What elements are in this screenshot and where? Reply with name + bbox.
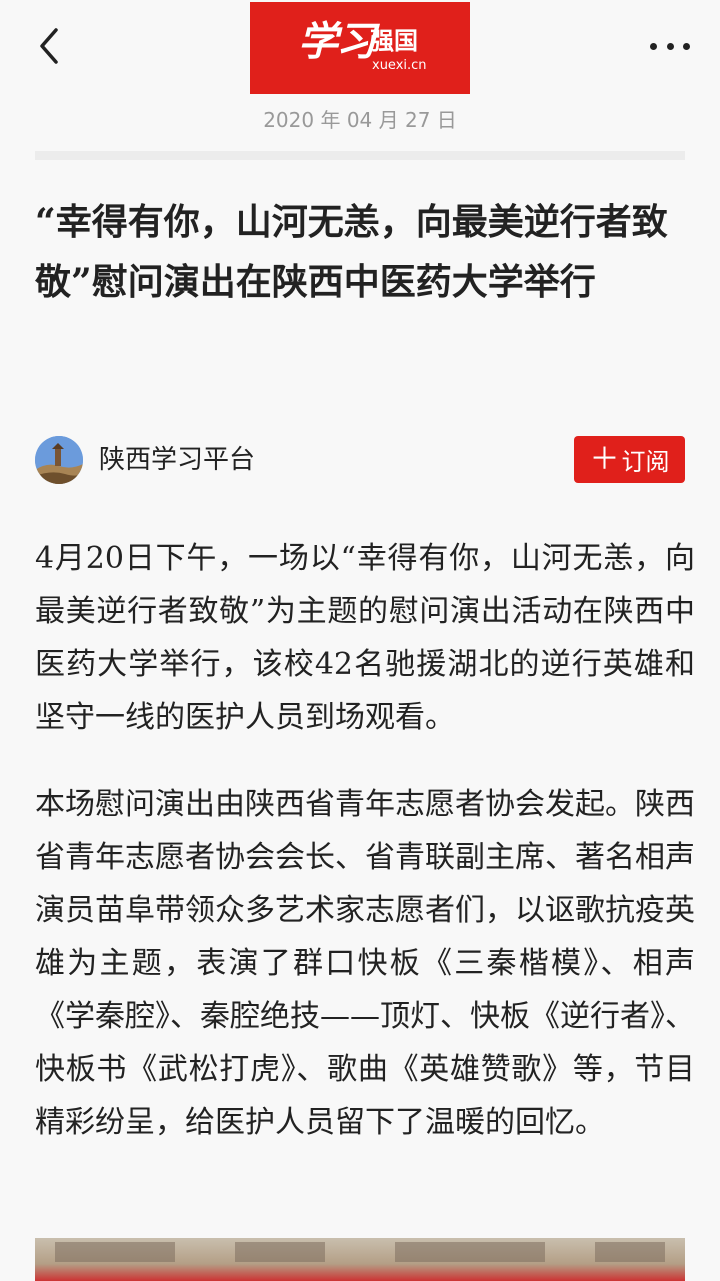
subscribe-label: 订阅 [621,448,670,476]
plus-icon: ＋ [589,441,620,477]
divider [35,151,685,160]
back-button[interactable] [32,22,72,70]
article-photo[interactable] [35,1238,685,1281]
top-bar: 学习 强国 xuexi.cn [0,0,720,100]
author-name[interactable]: 陕西学习平台 [99,442,255,478]
logo-name: 强国 [370,27,418,55]
xuexi-logo: 学习 强国 xuexi.cn [250,2,470,94]
paragraph-1: 4月20日下午，一场以“幸得有你，山河无恙，向最美逆行者致敬”为主题的慰问演出活… [35,541,695,735]
more-dots-icon[interactable] [650,38,690,54]
paragraph-2: 本场慰问演出由陕西省青年志愿者协会发起。陕西省青年志愿者协会会长、省青联副主席、… [35,787,695,1140]
avatar[interactable] [35,436,83,484]
logo-url: xuexi.cn [372,58,427,73]
chevron-left-icon [40,28,58,64]
logo-calligraphy: 学习 [298,18,376,65]
publish-date: 2020 年 04 月 27 日 [263,108,457,132]
author-row: 陕西学习平台 ＋ 订阅 [35,434,685,486]
subscribe-button[interactable]: ＋ 订阅 [574,436,685,483]
article-title: “幸得有你，山河无恙，向最美逆行者致敬”慰问演出在陕西中医药大学举行 [35,201,668,303]
